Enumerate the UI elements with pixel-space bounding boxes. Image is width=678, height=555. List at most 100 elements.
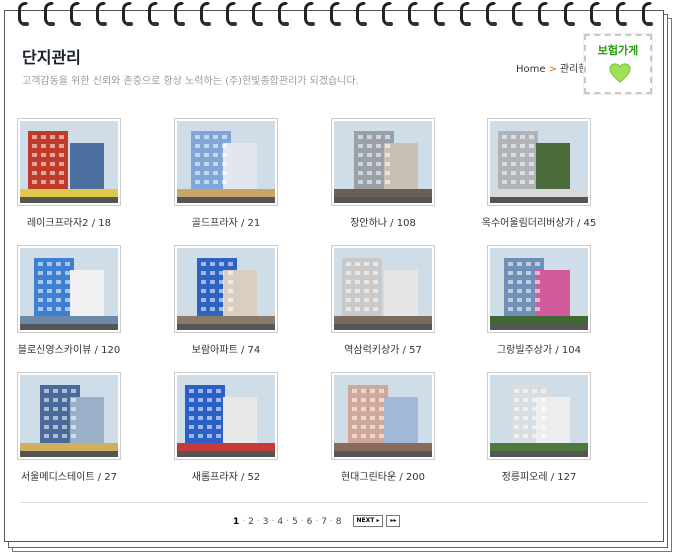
complex-label[interactable]: 역삼럭키상가 / 57 (308, 341, 458, 356)
complex-photo[interactable] (17, 372, 121, 460)
page-link[interactable]: 4 (277, 517, 283, 527)
binding-ring (382, 2, 393, 26)
binding-ring (460, 2, 471, 26)
complex-photo[interactable] (331, 245, 435, 333)
complex-photo[interactable] (17, 118, 121, 206)
complex-photo[interactable] (487, 245, 591, 333)
complex-photo[interactable] (174, 118, 278, 206)
building-photo-icon (177, 248, 275, 330)
breadcrumb-current: 관리현 (559, 64, 586, 75)
page-link[interactable]: 7 (321, 517, 327, 527)
binding-ring (70, 2, 81, 26)
page-link[interactable]: 8 (336, 517, 342, 527)
complex-card[interactable]: 블로신영스카이뷰 / 120 (0, 245, 144, 360)
binding-ring (616, 2, 627, 26)
page-link[interactable]: 1 (233, 517, 239, 527)
page-separator: · (271, 516, 275, 527)
next-page-button[interactable]: NEXT ▸ (352, 515, 384, 527)
divider (20, 502, 648, 503)
page-link[interactable]: 6 (307, 517, 313, 527)
building-photo-icon (334, 375, 432, 457)
complex-photo[interactable] (487, 372, 591, 460)
binding-ring (96, 2, 107, 26)
spiral-binding (18, 0, 668, 30)
complex-card[interactable]: 보람아파트 / 74 (151, 245, 301, 360)
page-subtitle: 고객감동을 위한 신뢰와 존중으로 항상 노력하는 (주)한빛종합관리가 되겠습… (22, 76, 359, 87)
page-separator: · (242, 516, 246, 527)
stamp-label: 보험가게 (597, 44, 639, 57)
building-photo-icon (20, 121, 118, 203)
complex-label[interactable]: 레이크프라자2 / 18 (0, 214, 144, 229)
complex-photo[interactable] (331, 372, 435, 460)
complex-card[interactable]: 정릉피오레 / 127 (464, 372, 614, 487)
building-photo-icon (177, 375, 275, 457)
building-photo-icon (20, 248, 118, 330)
binding-ring (642, 2, 653, 26)
pagination: 1 · 2 · 3 · 4 · 5 · 6 · 7 · 8 NEXT ▸ ▸▸ (230, 515, 401, 527)
page-separator: · (256, 516, 260, 527)
page-separator: · (315, 516, 319, 527)
binding-ring (434, 2, 445, 26)
building-photo-icon (490, 121, 588, 203)
building-photo-icon (177, 121, 275, 203)
building-photo-icon (20, 375, 118, 457)
page-separator: · (300, 516, 304, 527)
complex-photo[interactable] (17, 245, 121, 333)
complex-label[interactable]: 정릉피오레 / 127 (464, 468, 614, 483)
complex-photo[interactable] (174, 245, 278, 333)
breadcrumb: Home > 관리현 (516, 60, 586, 75)
complex-card[interactable]: 골드프라자 / 21 (151, 118, 301, 233)
complex-label[interactable]: 장안하나 / 108 (308, 214, 458, 229)
complex-label[interactable]: 옥수어울림더리버상가 / 45 (464, 214, 614, 229)
binding-ring (252, 2, 263, 26)
binding-ring (200, 2, 211, 26)
binding-ring (408, 2, 419, 26)
complex-photo[interactable] (487, 118, 591, 206)
binding-ring (590, 2, 601, 26)
complex-label[interactable]: 골드프라자 / 21 (151, 214, 301, 229)
binding-ring (122, 2, 133, 26)
binding-ring (564, 2, 575, 26)
binding-ring (538, 2, 549, 26)
binding-ring (174, 2, 185, 26)
complex-card[interactable]: 레이크프라자2 / 18 (0, 118, 144, 233)
page-separator: · (286, 516, 289, 527)
building-photo-icon (334, 248, 432, 330)
complex-card[interactable]: 서울메디스테이트 / 27 (0, 372, 144, 487)
complex-label[interactable]: 블로신영스카이뷰 / 120 (0, 341, 144, 356)
binding-ring (356, 2, 367, 26)
complex-label[interactable]: 서울메디스테이트 / 27 (0, 468, 144, 483)
complex-card[interactable]: 그랑빌주상가 / 104 (464, 245, 614, 360)
breadcrumb-separator: > (548, 64, 557, 75)
page-link[interactable]: 3 (263, 517, 269, 527)
building-photo-icon (334, 121, 432, 203)
binding-ring (18, 2, 29, 26)
complex-card[interactable]: 장안하나 / 108 (308, 118, 458, 233)
building-photo-icon (490, 248, 588, 330)
binding-ring (486, 2, 497, 26)
complex-label[interactable]: 보람아파트 / 74 (151, 341, 301, 356)
binding-ring (44, 2, 55, 26)
complex-label[interactable]: 새롬프라자 / 52 (151, 468, 301, 483)
complex-photo[interactable] (174, 372, 278, 460)
last-page-button[interactable]: ▸▸ (386, 515, 401, 527)
heart-icon (609, 63, 631, 83)
binding-ring (278, 2, 289, 26)
breadcrumb-home-link[interactable]: Home (516, 64, 546, 75)
complex-card[interactable]: 역삼럭키상가 / 57 (308, 245, 458, 360)
complex-card[interactable]: 새롬프라자 / 52 (151, 372, 301, 487)
complex-card[interactable]: 현대그린타운 / 200 (308, 372, 458, 487)
page-separator: · (329, 516, 333, 527)
binding-ring (330, 2, 341, 26)
binding-ring (226, 2, 237, 26)
page-title: 단지관리 (22, 48, 81, 67)
binding-ring (512, 2, 523, 26)
insurance-stamp-banner[interactable]: 보험가게 (584, 34, 652, 94)
complex-photo[interactable] (331, 118, 435, 206)
complex-label[interactable]: 현대그린타운 / 200 (308, 468, 458, 483)
complex-label[interactable]: 그랑빌주상가 / 104 (464, 341, 614, 356)
building-photo-icon (490, 375, 588, 457)
page-link[interactable]: 2 (248, 517, 254, 527)
page-link[interactable]: 5 (292, 517, 298, 527)
complex-card[interactable]: 옥수어울림더리버상가 / 45 (464, 118, 614, 233)
